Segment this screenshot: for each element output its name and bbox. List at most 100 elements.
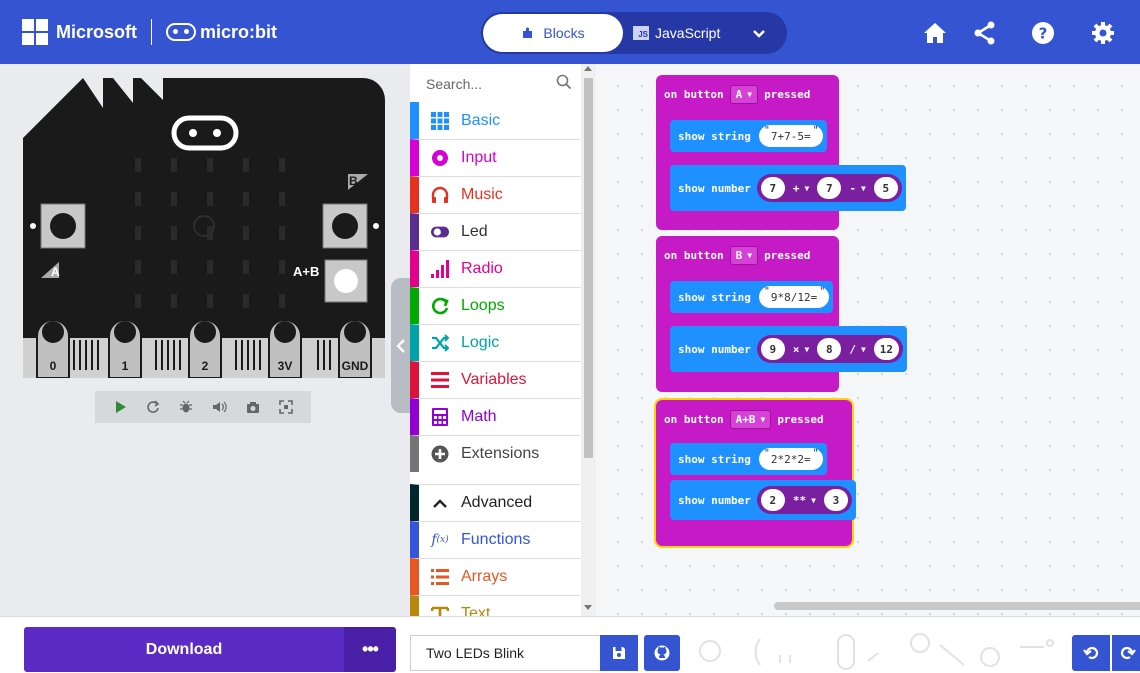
save-button[interactable] [600,635,638,671]
settings-icon[interactable] [1090,20,1116,46]
on-button-b-block[interactable]: on button B▼ pressed show string 9*8/12=… [656,236,908,392]
operator-dropdown[interactable]: + ▼ [793,182,809,195]
javascript-icon: JS [633,26,649,40]
project-name-input[interactable]: Two LEDs Blink [410,635,600,671]
operator-dropdown[interactable]: / ▼ [849,343,865,356]
share-icon[interactable] [972,20,998,46]
math-expression[interactable]: 7 + ▼ 7 - ▼ 5 [756,174,902,202]
event-pressed-label: pressed [764,249,811,262]
button-a-label: A [51,265,60,279]
operator-dropdown[interactable]: × ▼ [793,343,809,356]
category-arrays[interactable]: Arrays [410,558,582,595]
category-led[interactable]: Led [410,213,582,250]
number-input[interactable]: 2 [760,489,785,511]
number-input[interactable]: 9 [760,338,785,360]
shuffle-icon [431,334,449,352]
blocks-workspace[interactable]: on button A▼ pressed show string 7+7-5= … [596,64,1140,616]
math-expression[interactable]: 2 ** ▼ 3 [756,486,852,514]
number-input[interactable]: 12 [873,338,900,360]
category-basic[interactable]: Basic [410,102,582,139]
simulator-panel: A B A+B 0 1 2 3V GND [0,64,410,616]
toolbox-scrollbar[interactable] [581,64,596,616]
category-radio[interactable]: Radio [410,250,582,287]
download-more-button[interactable]: ••• [344,627,396,672]
category-variables[interactable]: Variables [410,361,582,398]
microbit-board[interactable]: A B A+B 0 1 2 3V GND [23,78,385,378]
signal-bars-icon [431,260,449,278]
download-button[interactable]: Download [24,627,344,672]
number-input[interactable]: 5 [873,177,898,199]
event-label: on button [664,413,724,426]
event-pressed-label: pressed [764,88,811,101]
string-input[interactable]: 7+7-5= [758,125,823,147]
scroll-down-arrow[interactable] [584,605,592,610]
category-label: Loops [461,297,505,314]
collapse-simulator-button[interactable] [391,278,410,413]
operator-dropdown[interactable]: ** ▼ [793,494,816,507]
show-string-block[interactable]: show string 9*8/12= [670,281,834,313]
on-button-ab-block[interactable]: on button A+B▼ pressed show string 2*2*2… [654,398,856,548]
category-separator [410,472,582,484]
fullscreen-icon[interactable] [277,398,295,416]
redo-button[interactable] [1112,635,1140,671]
category-loops[interactable]: Loops [410,287,582,324]
button-b-label: B [349,174,358,188]
number-input[interactable]: 7 [760,177,785,199]
string-input[interactable]: 9*8/12= [758,286,830,308]
category-music[interactable]: Music [410,176,582,213]
debug-icon[interactable] [177,398,195,416]
show-string-block[interactable]: show string 2*2*2= [670,443,827,475]
show-string-block[interactable]: show string 7+7-5= [670,120,827,152]
category-math[interactable]: Math [410,398,582,435]
pin-gnd-label: GND [342,359,369,373]
list-icon [431,371,449,389]
show-number-block[interactable]: show number 9 × ▼ 8 /▼ 12 [670,326,908,372]
brand-divider [151,19,152,45]
restart-icon[interactable] [144,398,162,416]
button-ab[interactable] [324,259,368,303]
search-input[interactable]: Search... [426,76,482,92]
category-list: Basic Input Music Led Radio Loops Logic [410,102,582,616]
category-text[interactable]: Text [410,595,582,616]
save-icon [613,647,625,659]
number-input[interactable]: 7 [817,177,842,199]
button-dropdown[interactable]: B ▼ [729,246,759,265]
number-input[interactable]: 3 [823,489,848,511]
tab-blocks[interactable]: Blocks [483,14,623,52]
mute-icon[interactable] [211,398,229,416]
undo-button[interactable] [1072,635,1110,671]
category-label: Music [461,186,503,203]
brand[interactable]: Microsoft micro:bit [22,19,277,45]
brand-microsoft: Microsoft [56,21,137,42]
screenshot-icon[interactable] [244,398,262,416]
microsoft-logo-icon [22,19,48,45]
category-extensions[interactable]: Extensions [410,435,582,472]
workspace-horizontal-scrollbar[interactable] [774,602,1140,610]
calculator-icon [431,408,449,426]
toolbox-search[interactable]: Search... [410,64,586,102]
help-icon[interactable]: ? [1030,20,1056,46]
category-label: Logic [461,334,500,351]
category-label: Functions [461,531,531,548]
scroll-up-arrow[interactable] [584,66,592,71]
string-input[interactable]: 2*2*2= [758,448,823,470]
show-number-block[interactable]: show number 2 ** ▼ 3 [670,480,856,520]
github-button[interactable] [644,635,680,671]
tab-javascript[interactable]: JS JavaScript [633,12,720,54]
category-label: Arrays [461,568,508,585]
on-button-a-block[interactable]: on button A▼ pressed show string 7+7-5= … [656,75,906,230]
play-icon[interactable] [111,398,129,416]
scroll-thumb[interactable] [584,78,593,458]
button-dropdown[interactable]: A+B ▼ [729,410,772,429]
home-icon[interactable] [922,20,948,46]
category-logic[interactable]: Logic [410,324,582,361]
category-functions[interactable]: f (x) Functions [410,521,582,558]
number-input[interactable]: 8 [817,338,842,360]
operator-dropdown[interactable]: - ▼ [849,182,865,195]
show-number-block[interactable]: show number 7 + ▼ 7 - ▼ 5 [670,165,906,211]
button-dropdown[interactable]: A ▼ [729,85,759,104]
category-advanced[interactable]: Advanced [410,484,582,521]
math-expression[interactable]: 9 × ▼ 8 /▼ 12 [756,335,904,363]
chevron-down-icon[interactable] [751,25,767,41]
category-input[interactable]: Input [410,139,582,176]
